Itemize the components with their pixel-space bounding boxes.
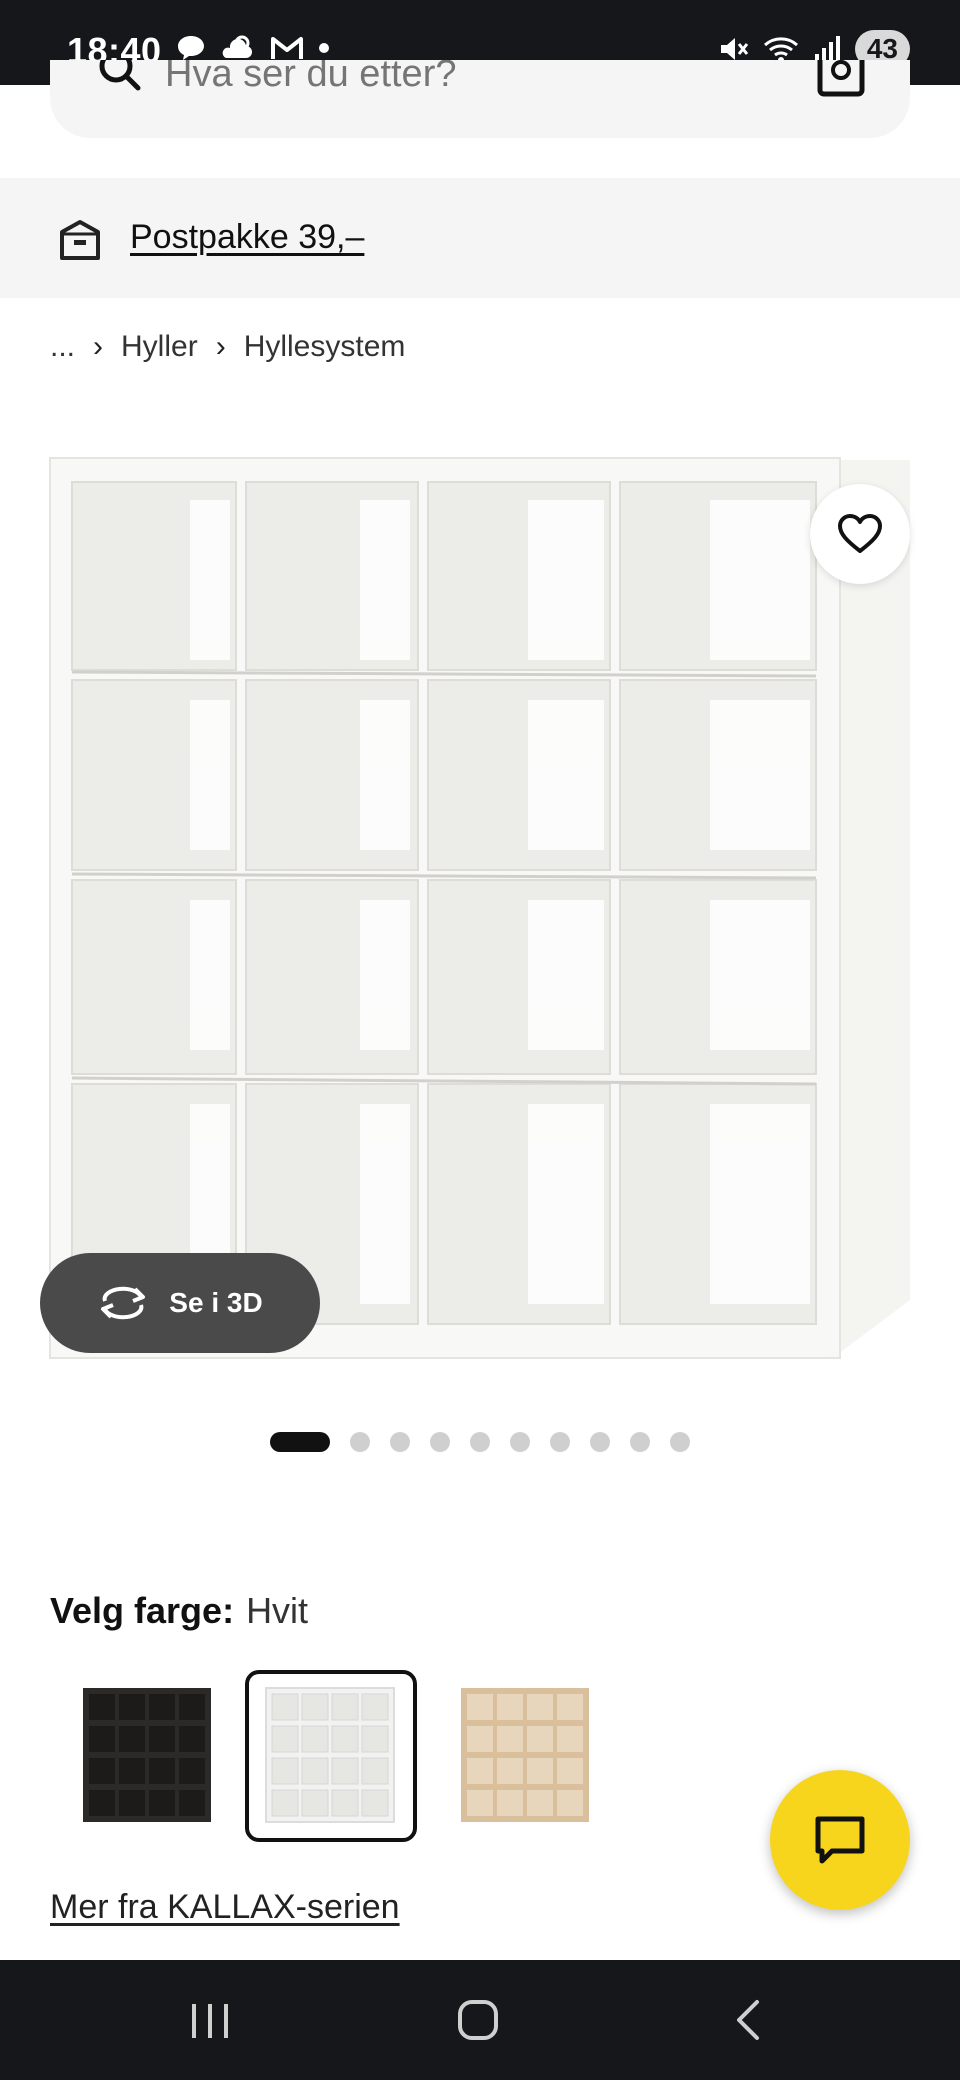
- color-swatch-oak[interactable]: [440, 1670, 612, 1842]
- dot-icon: [319, 43, 329, 53]
- image-carousel-dots: [270, 1432, 690, 1452]
- gmail-icon: [271, 37, 303, 59]
- weather-icon: [222, 35, 252, 58]
- breadcrumb-ellipsis[interactable]: ...: [50, 330, 75, 364]
- carousel-dot[interactable]: [630, 1432, 650, 1452]
- carousel-dot[interactable]: [350, 1432, 370, 1452]
- camera-icon[interactable]: [817, 60, 865, 98]
- view-3d-button[interactable]: Se i 3D: [40, 1253, 320, 1353]
- shipping-link[interactable]: Postpakke 39,–: [130, 218, 364, 257]
- breadcrumb-item-hyllesystem[interactable]: Hyllesystem: [244, 330, 406, 364]
- notification-icons: [176, 34, 330, 62]
- carousel-dot[interactable]: [590, 1432, 610, 1452]
- breadcrumb: ... › Hyller › Hyllesystem: [50, 330, 405, 364]
- home-button[interactable]: [418, 1960, 538, 2080]
- package-icon: [60, 220, 100, 260]
- color-swatch-white[interactable]: [245, 1670, 417, 1842]
- home-icon: [458, 2000, 498, 2040]
- carousel-dot[interactable]: [550, 1432, 570, 1452]
- view-3d-label: Se i 3D: [169, 1287, 263, 1318]
- color-selector-label: Velg farge: Hvit: [50, 1590, 308, 1632]
- favorite-button[interactable]: [810, 484, 910, 584]
- series-link[interactable]: Mer fra KALLAX-serien: [50, 1888, 400, 1927]
- recent-apps-button[interactable]: [150, 1960, 270, 2080]
- breadcrumb-item-hyller[interactable]: Hyller: [121, 330, 198, 364]
- back-button[interactable]: [688, 1960, 808, 2080]
- carousel-dot[interactable]: [390, 1432, 410, 1452]
- chevron-right-icon: ›: [93, 330, 104, 363]
- heart-icon: [838, 514, 882, 553]
- shelf-thumbnail-oak: [461, 1688, 589, 1822]
- carousel-dot[interactable]: [430, 1432, 450, 1452]
- recent-apps-icon: [192, 2004, 228, 2038]
- rotate-3d-icon: [101, 1286, 146, 1320]
- color-label: Velg farge:: [50, 1590, 235, 1631]
- chat-button[interactable]: [770, 1770, 910, 1910]
- shipping-banner: Postpakke 39,–: [0, 178, 960, 298]
- search-bar[interactable]: [50, 60, 910, 138]
- chat-bubble-icon: [178, 36, 204, 60]
- color-swatch-black-brown[interactable]: [62, 1670, 234, 1842]
- selected-color: Hvit: [246, 1590, 309, 1631]
- carousel-dot[interactable]: [470, 1432, 490, 1452]
- chat-icon: [815, 1816, 865, 1864]
- carousel-dot[interactable]: [510, 1432, 530, 1452]
- product-image[interactable]: [40, 440, 920, 1380]
- search-icon: [99, 60, 141, 91]
- back-icon: [737, 2000, 759, 2040]
- chevron-right-icon: ›: [215, 330, 226, 363]
- shelf-thumbnail-black: [83, 1688, 211, 1822]
- shelf-thumbnail-white: [265, 1687, 395, 1823]
- system-nav-bar: [0, 1960, 960, 2080]
- carousel-dot[interactable]: [670, 1432, 690, 1452]
- search-input[interactable]: [165, 60, 765, 94]
- carousel-dot-active[interactable]: [270, 1432, 330, 1452]
